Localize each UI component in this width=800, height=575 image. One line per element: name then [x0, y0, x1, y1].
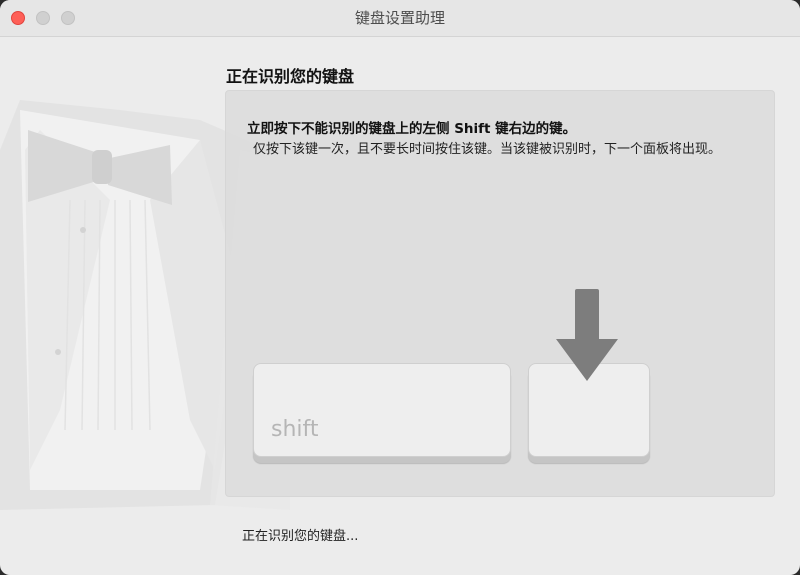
- instruction-panel: 立即按下不能识别的键盘上的左侧 Shift 键右边的键。 仅按下该键一次，且不要…: [225, 90, 775, 497]
- minimize-button[interactable]: [36, 11, 50, 25]
- keyboard-setup-window: 键盘设置助理 正在识别您的键盘 立即按下不能识别的键盘上的左侧 Shift 键右…: [0, 0, 800, 575]
- status-text: 正在识别您的键盘...: [242, 529, 359, 544]
- instruction-text: 立即按下不能识别的键盘上的左侧 Shift 键右边的键。: [247, 121, 577, 137]
- window-title: 键盘设置助理: [354, 9, 445, 27]
- close-button[interactable]: [11, 11, 25, 25]
- shift-key-illustration: shift: [253, 363, 511, 457]
- zoom-button[interactable]: [61, 11, 75, 25]
- detail-text: 仅按下该键一次，且不要长时间按住该键。当该键被识别时，下一个面板将出现。: [253, 142, 722, 157]
- title-bar: 键盘设置助理: [0, 0, 800, 37]
- page-heading: 正在识别您的键盘: [226, 67, 355, 86]
- shift-key-label: shift: [271, 417, 319, 442]
- down-arrow-icon: [556, 289, 618, 381]
